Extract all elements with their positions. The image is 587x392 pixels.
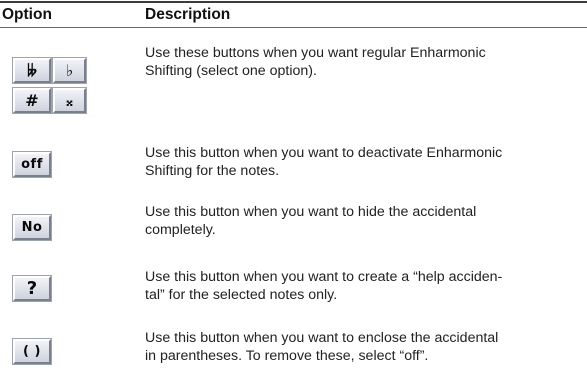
flat-button[interactable]: ♭ <box>52 57 87 84</box>
column-header-option: Option <box>2 6 52 23</box>
top-rule <box>0 1 587 3</box>
no-accidental-icon: No <box>21 220 43 235</box>
description-parentheses: Use this button when you want to enclose… <box>145 330 499 364</box>
help-accidental-icon: ? <box>26 278 38 299</box>
header-rule <box>0 27 587 28</box>
off-icon: off <box>21 157 43 172</box>
sharp-button[interactable]: # <box>12 87 52 114</box>
parentheses-button[interactable]: ( ) <box>12 338 52 365</box>
description-regular-shift: Use these buttons when you want regular … <box>145 45 486 79</box>
description-hide-accidental: Use this button when you want to hide th… <box>145 204 477 238</box>
help-accidental-button[interactable]: ? <box>12 275 52 302</box>
sharp-icon: # <box>25 91 39 110</box>
double-sharp-button[interactable]: 𝄪 <box>52 87 87 114</box>
no-accidental-button[interactable]: No <box>12 214 52 241</box>
description-help-accidental: Use this button when you want to create … <box>145 269 503 303</box>
double-flat-icon: 𝄫 <box>27 60 37 80</box>
double-flat-button[interactable]: 𝄫 <box>12 57 52 84</box>
description-off: Use this button when you want to deactiv… <box>145 145 503 179</box>
column-header-description: Description <box>145 6 231 23</box>
flat-icon: ♭ <box>65 61 74 80</box>
off-button[interactable]: off <box>12 151 52 178</box>
double-sharp-icon: 𝄪 <box>66 91 73 110</box>
parentheses-icon: ( ) <box>23 344 41 359</box>
